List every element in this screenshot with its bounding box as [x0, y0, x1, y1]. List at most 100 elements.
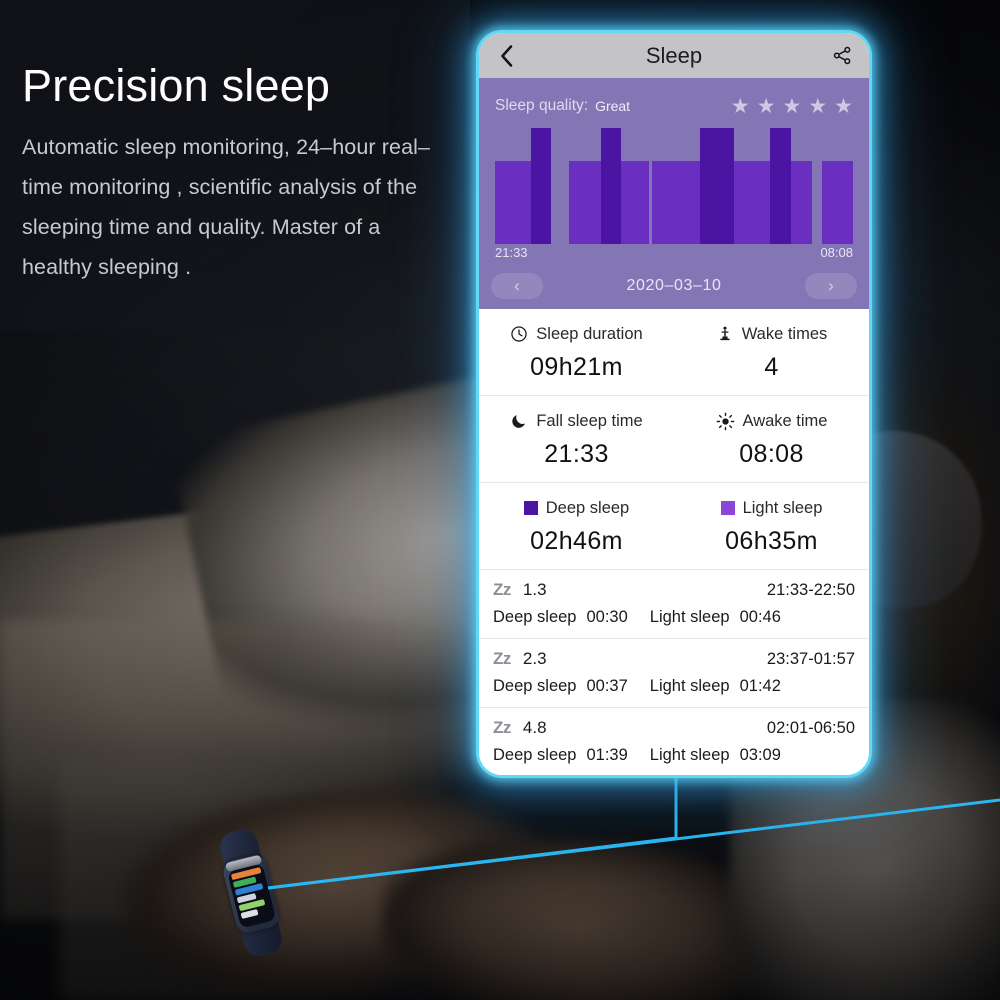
sleep-stats-grid: Sleep duration 09h21m Wake times 4 Fall slee…	[479, 309, 869, 570]
sleep-segment-row[interactable]: Zz 4.8 02:01-06:50 Deep sleep 01:39 Light sle…	[479, 708, 869, 775]
stat-header: Awake time	[674, 409, 869, 433]
star-icon: ★	[834, 94, 853, 118]
chart-bar	[652, 161, 700, 244]
zz-icon: Zz	[493, 718, 511, 737]
chart-bar	[600, 128, 621, 244]
segment-deep-label: Deep sleep	[493, 677, 577, 695]
sleep-summary-hero: Sleep quality: Great ★ ★ ★ ★ ★ 21:33 08:08 ‹…	[479, 78, 869, 309]
segment-bottom: Deep sleep 01:39 Light sleep 03:09	[493, 746, 855, 765]
segment-deep-value: 00:37	[586, 677, 628, 695]
stat-cell: Sleep duration 09h21m	[479, 309, 674, 395]
sleep-quality-row: Sleep quality: Great ★ ★ ★ ★ ★	[479, 78, 869, 122]
stat-label: Light sleep	[742, 498, 823, 517]
segment-light-value: 00:46	[739, 608, 781, 626]
segment-timespan: 02:01-06:50	[766, 718, 855, 737]
star-icon: ★	[756, 94, 776, 118]
segment-top: Zz 4.8 02:01-06:50	[493, 718, 855, 738]
segment-light-label: Light sleep	[649, 608, 730, 626]
segment-top: Zz 2.3 23:37-01:57	[493, 649, 855, 669]
stat-label: Awake time	[742, 411, 828, 430]
segment-timespan: 23:37-01:57	[766, 649, 855, 668]
chart-bar	[620, 161, 650, 244]
date-navigator: ‹ 2020–03–10 ›	[479, 263, 869, 309]
stat-value: 08:08	[739, 440, 804, 468]
marketing-description: Automatic sleep monitoring, 24–hour real…	[22, 135, 431, 280]
stat-value: 4	[764, 353, 779, 381]
chart-bar	[733, 161, 771, 244]
star-icon: ★	[730, 94, 750, 118]
segment-deep-value: 01:39	[586, 746, 628, 764]
clock-icon	[510, 325, 528, 343]
stat-header: Light sleep	[674, 496, 869, 520]
segment-light-label: Light sleep	[649, 746, 730, 764]
stat-header: Sleep duration	[479, 322, 674, 346]
chart-axis-end-label: 08:08	[820, 245, 853, 260]
stat-cell: Light sleep 06h35m	[674, 483, 869, 569]
segment-top: Zz 1.3 21:33-22:50	[493, 580, 855, 600]
deep-sleep-swatch	[523, 501, 538, 515]
stat-cell: Awake time 08:08	[674, 396, 869, 482]
stat-cell: Deep sleep 02h46m	[479, 483, 674, 569]
segment-score: 2.3	[522, 649, 547, 668]
sleep-stage-bar-chart	[495, 128, 853, 244]
stat-value: 09h21m	[530, 353, 623, 381]
next-day-button[interactable]: ›	[805, 273, 857, 299]
sleep-quality-value: Great	[595, 98, 631, 114]
chart-bar	[569, 161, 601, 244]
stat-cell: Wake times 4	[674, 309, 869, 395]
stat-header: Fall sleep time	[479, 409, 674, 433]
stat-row: Deep sleep 02h46m Light sleep 06h35m	[479, 483, 869, 570]
chart-bar	[770, 128, 792, 244]
chart-bar	[699, 128, 734, 244]
chart-axis: 21:33 08:08	[495, 245, 853, 263]
app-titlebar: Sleep	[479, 33, 869, 78]
sleep-quality-label: Sleep quality:	[495, 97, 589, 114]
chevron-left-icon[interactable]	[493, 43, 519, 69]
stat-label: Wake times	[741, 324, 828, 343]
chart-bar	[531, 128, 552, 244]
screen-title: Sleep	[645, 42, 703, 68]
stat-value: 02h46m	[530, 527, 623, 555]
sleep-quality-stars: ★ ★ ★ ★ ★	[731, 96, 853, 117]
stat-label: Deep sleep	[545, 498, 630, 517]
segment-timespan: 21:33-22:50	[766, 580, 855, 599]
prev-day-button[interactable]: ‹	[491, 273, 543, 299]
segment-deep-value: 00:30	[586, 608, 628, 626]
chart-bar	[791, 161, 813, 244]
watch-screen-row	[240, 909, 259, 919]
stat-value: 21:33	[544, 440, 609, 468]
segment-bottom: Deep sleep 00:37 Light sleep 01:42	[493, 677, 855, 696]
stat-label: Sleep duration	[536, 324, 643, 343]
star-icon: ★	[782, 94, 802, 118]
star-icon: ★	[808, 94, 828, 118]
stat-label: Fall sleep time	[536, 411, 643, 430]
marketing-copy: Precision sleep Automatic sleep monitori…	[22, 62, 452, 287]
stat-header: Deep sleep	[479, 496, 674, 520]
chart-bar	[495, 161, 532, 244]
chart-bar	[821, 161, 853, 244]
phone-mockup: Sleep Sleep quality: Great ★ ★ ★ ★ ★ 21:33	[476, 30, 872, 778]
stat-row: Fall sleep time 21:33 Awake time 08:08	[479, 396, 869, 483]
segment-light-value: 03:09	[739, 746, 781, 764]
zz-icon: Zz	[493, 580, 511, 599]
segment-score: 4.8	[522, 718, 547, 737]
stat-value: 06h35m	[725, 527, 818, 555]
current-date-label: 2020–03–10	[626, 277, 722, 294]
segment-light-label: Light sleep	[649, 677, 730, 695]
stat-cell: Fall sleep time 21:33	[479, 396, 674, 482]
page-title: Precision sleep	[22, 60, 331, 111]
stat-header: Wake times	[674, 322, 869, 346]
moon-icon	[510, 412, 528, 430]
segment-deep-label: Deep sleep	[493, 608, 577, 626]
segment-deep-label: Deep sleep	[493, 746, 577, 764]
share-icon[interactable]	[829, 43, 855, 69]
zz-icon: Zz	[493, 649, 511, 668]
sun-icon	[716, 412, 735, 431]
segment-light-value: 01:42	[739, 677, 781, 695]
light-sleep-swatch	[720, 501, 735, 515]
sleep-segment-row[interactable]: Zz 2.3 23:37-01:57 Deep sleep 00:37 Light sle…	[479, 639, 869, 708]
sleep-segment-row[interactable]: Zz 1.3 21:33-22:50 Deep sleep 00:30 Light sle…	[479, 570, 869, 639]
wake-person-icon	[716, 325, 734, 343]
promo-image-root: Precision sleep Automatic sleep monitori…	[0, 0, 1000, 1000]
sleep-segment-list: Zz 1.3 21:33-22:50 Deep sleep 00:30 Light sle…	[479, 570, 869, 775]
